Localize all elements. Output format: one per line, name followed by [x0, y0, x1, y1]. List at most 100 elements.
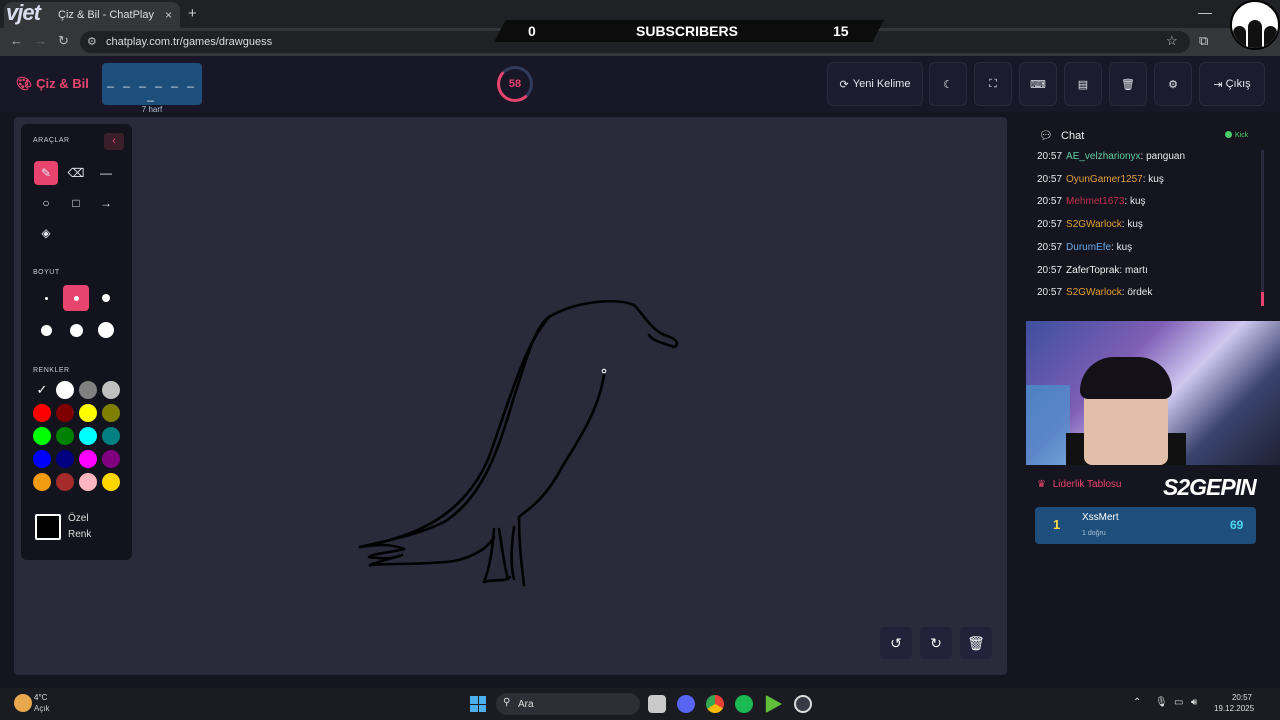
color-swatch[interactable] — [79, 427, 97, 445]
site-info-icon[interactable]: ⚙ — [87, 35, 97, 48]
redo-button[interactable]: ↻ — [920, 627, 952, 659]
square-icon: □ — [72, 196, 80, 210]
network-icon[interactable]: ▭ — [1174, 697, 1183, 708]
tab-close-icon[interactable]: × — [165, 8, 172, 22]
size-option-5[interactable] — [63, 317, 89, 343]
bird-drawing — [358, 299, 679, 587]
forward-icon[interactable]: → — [34, 33, 47, 48]
status-dot-icon — [1225, 131, 1232, 138]
rectangle-tool[interactable]: □ — [64, 191, 88, 215]
task-view-icon[interactable] — [648, 695, 666, 713]
new-tab-button[interactable]: + — [188, 5, 197, 22]
taskbar-clock[interactable]: 20:57 19.12.2025 — [1214, 692, 1254, 714]
color-swatch[interactable]: ✓ — [33, 381, 51, 399]
exit-button[interactable]: ⇥ Çıkış — [1199, 62, 1265, 106]
collapse-panel-button[interactable]: ‹ — [104, 133, 124, 150]
crown-icon: ♛ — [1037, 479, 1046, 490]
chat-text: : kuş — [1121, 219, 1143, 231]
word-hint-box: _ _ _ _ _ _ _ 7 harf — [102, 63, 202, 114]
custom-color-button[interactable]: Özel Renk — [35, 508, 119, 546]
weather-icon[interactable] — [14, 694, 32, 712]
color-swatch[interactable] — [102, 450, 120, 468]
brush-tool[interactable]: ✎ — [34, 161, 58, 185]
palette-icon: 🎨︎ — [16, 76, 33, 91]
leaderboard-detail: 1 doğru — [1082, 530, 1106, 537]
tray-overflow-icon[interactable]: ⌃ — [1133, 697, 1141, 708]
color-swatch[interactable] — [33, 473, 51, 491]
fill-tool[interactable]: ◈ — [34, 221, 58, 245]
subscribers-overlay: 0 SUBSCRIBERS 15 — [494, 20, 884, 42]
color-swatch[interactable] — [56, 473, 74, 491]
arrow-tool[interactable]: → — [94, 191, 118, 215]
color-swatch[interactable] — [79, 381, 97, 399]
app-icon[interactable] — [765, 695, 782, 713]
leaderboard-score: 69 — [1230, 518, 1244, 532]
color-swatch[interactable] — [79, 404, 97, 422]
keyboard-button[interactable]: ⌨ — [1019, 62, 1057, 106]
color-swatch[interactable] — [33, 404, 51, 422]
chat-scrollbar[interactable] — [1261, 150, 1264, 306]
size-option-4[interactable] — [33, 317, 59, 343]
color-swatch[interactable] — [102, 427, 120, 445]
theme-toggle-button[interactable]: ☾ — [929, 62, 967, 106]
extensions-icon[interactable]: ⧉ — [1199, 33, 1208, 49]
chat-username[interactable]: Mehmet1673 — [1066, 196, 1124, 207]
undo-button[interactable]: ↺ — [880, 627, 912, 659]
chrome-icon[interactable] — [706, 695, 724, 713]
chat-text: : kuş — [1111, 241, 1133, 253]
color-swatch[interactable] — [79, 473, 97, 491]
delete-button[interactable]: 🗑︎ — [1109, 62, 1147, 106]
settings-button[interactable]: ⚙ — [1154, 62, 1192, 106]
discord-icon[interactable] — [677, 695, 695, 713]
word-mask: _ _ _ _ _ _ _ — [107, 74, 197, 102]
minimize-icon[interactable]: — — [1198, 4, 1212, 20]
drawing-canvas[interactable] — [14, 117, 1007, 675]
color-swatch[interactable] — [102, 404, 120, 422]
chat-username[interactable]: OyunGamer1257 — [1066, 174, 1143, 185]
clear-canvas-button[interactable]: 🗑︎ — [960, 627, 992, 659]
start-button[interactable] — [470, 696, 486, 712]
color-swatch[interactable] — [33, 450, 51, 468]
color-swatch[interactable] — [102, 381, 120, 399]
leaderboard-rank: 1 — [1053, 517, 1061, 532]
archive-icon: ▤ — [1077, 78, 1089, 91]
chat-username[interactable]: ZaferToprak — [1066, 265, 1119, 276]
color-swatch[interactable] — [79, 450, 97, 468]
color-swatch[interactable] — [102, 473, 120, 491]
chat-username[interactable]: DurumEfe — [1066, 242, 1111, 253]
back-icon[interactable]: ← — [10, 33, 23, 48]
new-word-button[interactable]: ⟳ Yeni Kelime — [827, 62, 923, 106]
color-swatch[interactable] — [56, 450, 74, 468]
color-swatch[interactable] — [56, 427, 74, 445]
chat-message: 20:57 ZaferToprak: martı — [1037, 265, 1148, 276]
chat-username[interactable]: S2GWarlock — [1066, 287, 1122, 298]
taskbar-search[interactable]: ⚲ Ara — [496, 693, 640, 715]
color-swatch[interactable] — [56, 404, 74, 422]
chat-username[interactable]: AE_velzharionyx — [1066, 151, 1140, 162]
archive-button[interactable]: ▤ — [1064, 62, 1102, 106]
color-swatch[interactable] — [56, 381, 74, 399]
spotify-icon[interactable] — [735, 695, 753, 713]
tool-panel: ARAÇLAR ‹ ✎ ⌫ — ○ □ → ◈ BOYUT RENKLER ✓ … — [21, 124, 132, 560]
eraser-tool[interactable]: ⌫ — [64, 161, 88, 185]
circle-tool[interactable]: ○ — [34, 191, 58, 215]
line-tool[interactable]: — — [94, 161, 118, 185]
microphone-icon[interactable]: 🎙︎ — [1155, 697, 1168, 708]
eraser-icon: ⌫ — [67, 166, 85, 180]
size-option-1[interactable] — [33, 285, 59, 311]
size-option-2[interactable] — [63, 285, 89, 311]
stream-avatar-logo — [1230, 0, 1280, 50]
fullscreen-button[interactable]: ⛶ — [974, 62, 1012, 106]
size-option-6[interactable] — [93, 317, 119, 343]
reload-icon[interactable]: ↻ — [58, 33, 69, 49]
chat-username[interactable]: S2GWarlock — [1066, 219, 1122, 230]
brand-title[interactable]: 🎨︎ Çiz & Bil — [16, 76, 89, 92]
color-swatch[interactable] — [33, 427, 51, 445]
bookmark-star-icon[interactable]: ☆ — [1166, 33, 1178, 49]
weather-condition: Açık — [34, 704, 50, 713]
chat-text: : kuş — [1142, 173, 1164, 185]
volume-icon[interactable]: 🔊︎ — [1191, 697, 1197, 708]
arrow-right-icon: → — [100, 196, 112, 210]
obs-icon[interactable] — [794, 695, 812, 713]
size-option-3[interactable] — [93, 285, 119, 311]
